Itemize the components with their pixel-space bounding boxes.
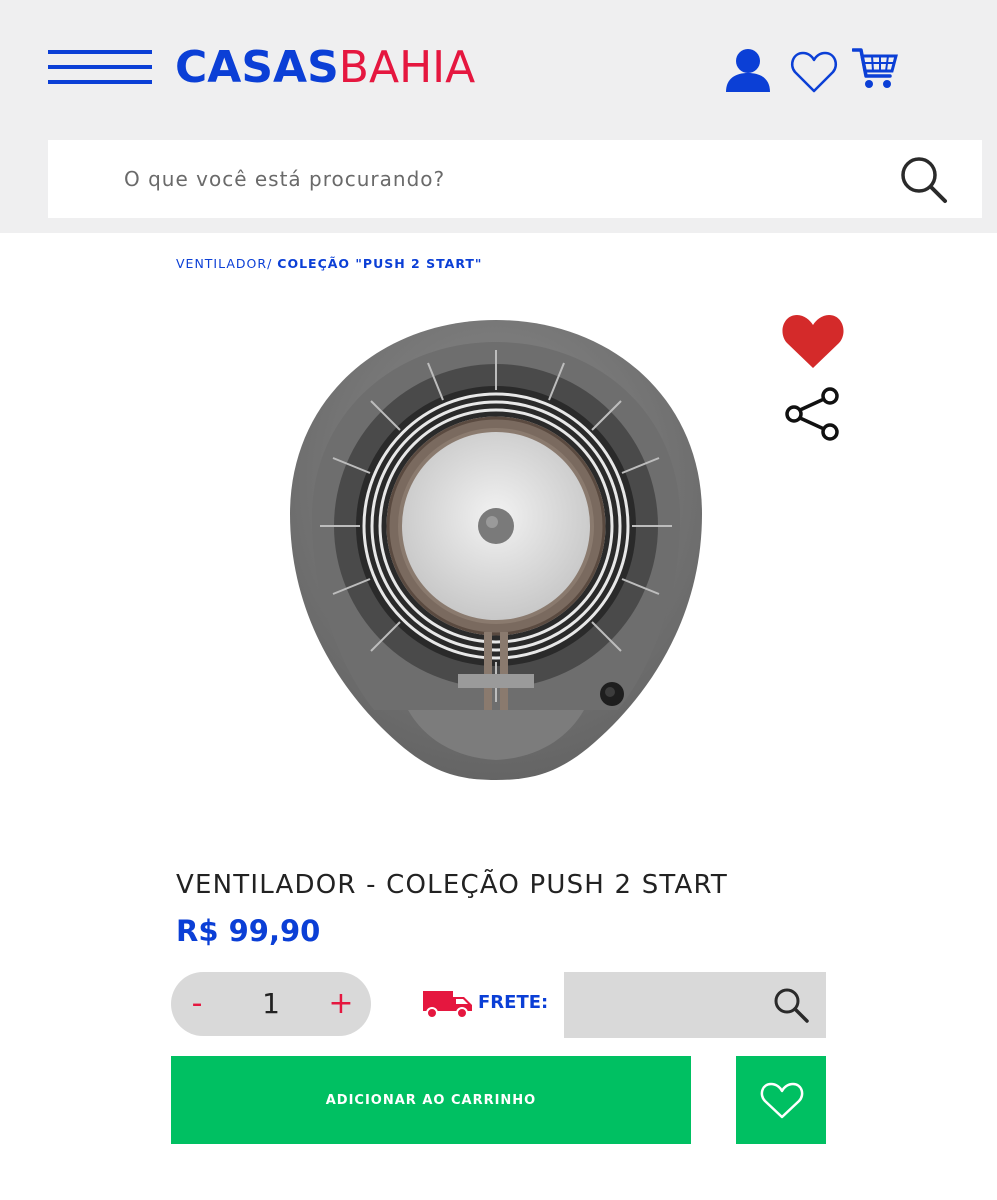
breadcrumb-item-ventilador[interactable]: VENTILADOR/ [176,256,272,271]
shipping-input[interactable] [564,972,754,1038]
site-header: CASASBAHIA [0,0,997,233]
breadcrumb-current: COLEÇÃO "PUSH 2 START" [277,256,483,271]
cart-icon[interactable] [852,46,898,92]
favorite-heart-icon[interactable] [780,312,846,372]
share-icon[interactable] [784,386,842,442]
wishlist-heart-icon [760,1082,804,1119]
shipping-label: FRETE: [478,992,549,1013]
logo[interactable]: CASASBAHIA [175,40,475,96]
logo-part1: CASAS [175,42,339,93]
quantity-value[interactable]: 1 [231,972,311,1036]
product-title: VENTILADOR - COLEÇÃO PUSH 2 START [176,870,728,900]
truck-icon [423,991,472,1019]
add-to-cart-button[interactable]: ADICIONAR AO CARRINHO [171,1056,691,1144]
user-icon[interactable] [724,46,772,94]
heart-icon[interactable] [790,48,838,94]
search-input[interactable] [48,140,868,218]
search-bar [48,140,982,218]
breadcrumb: VENTILADOR/ COLEÇÃO "PUSH 2 START" [176,256,482,271]
wishlist-button[interactable] [736,1056,826,1144]
shipping-field [564,972,826,1038]
fan-product-image [290,320,702,780]
search-icon[interactable] [898,154,952,208]
product-price: R$ 99,90 [176,914,321,948]
shipping-search-icon[interactable] [772,986,812,1026]
logo-part2: BAHIA [338,42,476,93]
quantity-stepper: - 1 + [171,972,371,1036]
menu-icon[interactable] [48,50,152,84]
quantity-increase-button[interactable]: + [321,972,361,1036]
quantity-decrease-button[interactable]: - [177,972,217,1036]
